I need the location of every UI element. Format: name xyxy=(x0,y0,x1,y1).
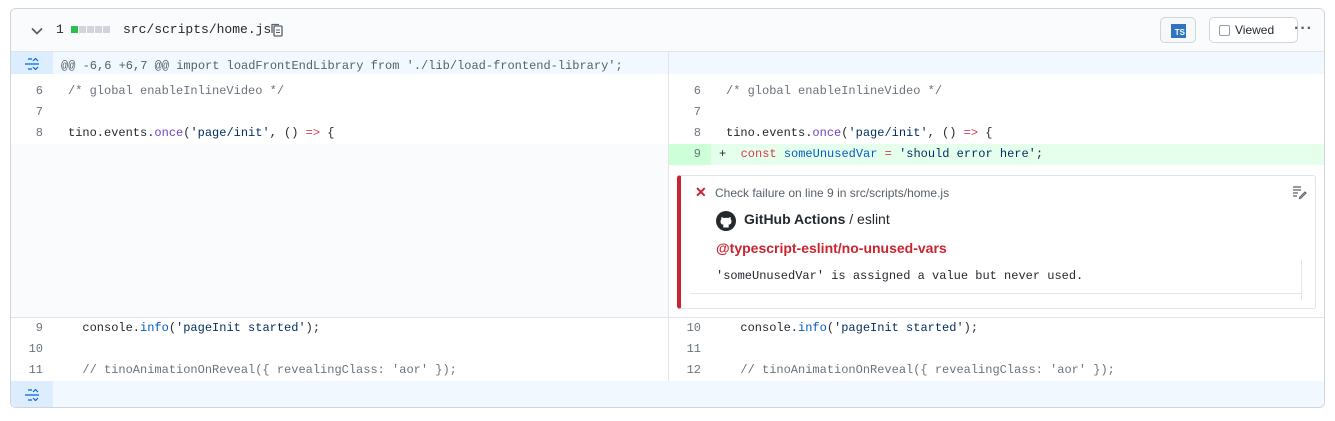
change-count: 1 xyxy=(56,22,64,37)
file-header: 1 src/scripts/home.js TS Viewed ··· xyxy=(11,9,1324,52)
line-number[interactable]: 8 xyxy=(11,126,43,140)
line-number[interactable]: 6 xyxy=(11,84,43,98)
hunk-footer xyxy=(11,381,1324,407)
typescript-icon: TS xyxy=(1171,24,1186,38)
expand-up-button[interactable] xyxy=(11,52,53,74)
diffstat-block xyxy=(103,26,110,33)
unfold-icon xyxy=(25,389,39,401)
github-mark-icon xyxy=(716,211,736,231)
code-line: tino.events.once('page/init', () => { xyxy=(68,126,335,140)
expand-down-button[interactable] xyxy=(11,381,53,407)
line-number[interactable]: 9 xyxy=(669,147,701,161)
line-number[interactable]: 11 xyxy=(11,363,43,377)
x-icon: ✕ xyxy=(695,184,707,200)
code-line: // tinoAnimationOnReveal({ revealingClas… xyxy=(68,363,457,377)
file-name[interactable]: src/scripts/home.js xyxy=(123,22,271,37)
code-line: // tinoAnimationOnReveal({ revealingClas… xyxy=(726,363,1115,377)
diffstat-block xyxy=(95,26,102,33)
hunk-text: @@ -6,6 +6,7 @@ import loadFrontEndLibra… xyxy=(61,59,623,73)
line-number[interactable]: 6 xyxy=(669,84,701,98)
line-number[interactable]: 9 xyxy=(11,321,43,335)
diff-file: 1 src/scripts/home.js TS Viewed ··· @@ -… xyxy=(10,8,1325,408)
line-number[interactable]: 11 xyxy=(669,342,701,356)
code-line: tino.events.once('page/init', () => { xyxy=(726,126,993,140)
viewed-label: Viewed xyxy=(1235,23,1275,37)
edit-note-icon[interactable] xyxy=(1291,184,1307,200)
unfold-icon xyxy=(25,58,39,70)
scrollbar-vertical[interactable] xyxy=(1301,260,1302,300)
viewed-toggle[interactable]: Viewed xyxy=(1209,17,1298,43)
viewed-checkbox[interactable] xyxy=(1219,25,1230,36)
diffstat-block xyxy=(87,26,94,33)
source-app: GitHub Actions xyxy=(744,211,846,227)
scrollbar-horizontal[interactable] xyxy=(691,293,1301,304)
check-annotation: ✕ Check failure on line 9 in src/scripts… xyxy=(677,175,1316,309)
line-number[interactable]: 8 xyxy=(669,126,701,140)
code-line: console.info('pageInit started'); xyxy=(726,321,979,335)
line-number[interactable]: 10 xyxy=(11,342,43,356)
annotation-title: Check failure on line 9 in src/scripts/h… xyxy=(715,186,950,200)
line-number[interactable]: 12 xyxy=(669,363,701,377)
code-line: console.info('pageInit started'); xyxy=(68,321,321,335)
source-job: eslint xyxy=(857,211,890,227)
code-line: /* global enableInlineVideo */ xyxy=(726,84,943,98)
diffstat xyxy=(71,26,110,33)
kebab-icon[interactable]: ··· xyxy=(1294,21,1313,37)
line-number[interactable]: 10 xyxy=(669,321,701,335)
row-separator xyxy=(11,317,1324,318)
line-number[interactable]: 7 xyxy=(669,105,701,119)
annotation-message: 'someUnusedVar' is assigned a value but … xyxy=(716,269,1084,283)
line-number[interactable]: 7 xyxy=(11,105,43,119)
source-separator: / xyxy=(845,211,858,227)
diffstat-block xyxy=(71,26,78,33)
chevron-down-icon[interactable] xyxy=(29,23,45,39)
annotation-rule: @typescript-eslint/no-unused-vars xyxy=(716,240,947,256)
code-line: /* global enableInlineVideo */ xyxy=(68,84,285,98)
diffstat-block xyxy=(79,26,86,33)
annotation-source: GitHub Actions / eslint xyxy=(744,211,890,227)
copy-icon[interactable] xyxy=(269,22,285,38)
typescript-button[interactable]: TS xyxy=(1160,17,1196,43)
left-empty-area xyxy=(11,144,668,317)
added-code-line: + const someUnusedVar = 'should error he… xyxy=(719,147,1044,161)
